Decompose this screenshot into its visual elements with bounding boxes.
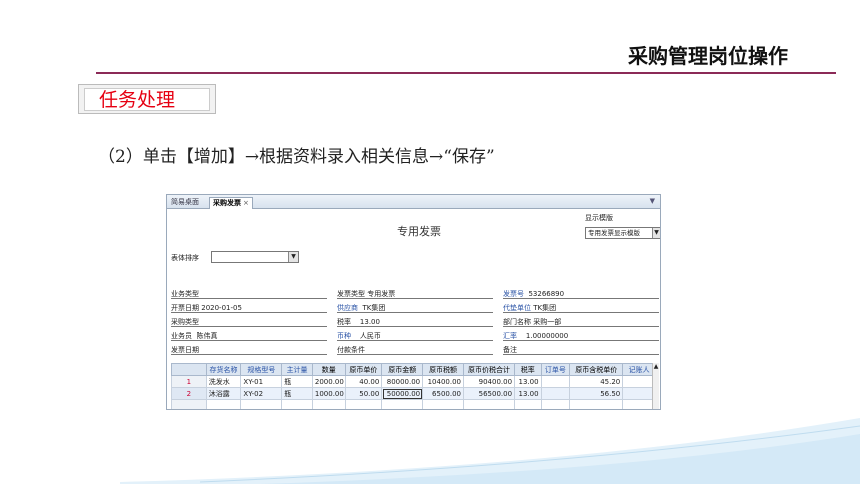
field-tax-rate[interactable]: 税率 13.00 bbox=[337, 317, 493, 327]
grid-header-cell bbox=[171, 363, 207, 376]
task-box: 任务处理 bbox=[78, 84, 216, 114]
row-number: 2 bbox=[171, 387, 207, 400]
cell-tax-rate[interactable]: 13.00 bbox=[514, 375, 542, 388]
cell-total[interactable]: 56500.00 bbox=[462, 387, 516, 400]
cell-total[interactable]: 90400.00 bbox=[462, 375, 516, 388]
task-label: 任务处理 bbox=[84, 88, 210, 111]
field-invoice-no[interactable]: 发票号 53266890 bbox=[503, 289, 659, 299]
grid-header-cell[interactable]: 主计量 bbox=[281, 363, 313, 376]
grid-header-row: 存货名称 规格型号 主计量 数量 原币单价 原币金额 原币税额 原币价税合计 税… bbox=[171, 363, 656, 376]
field-arrival-date[interactable]: 发票日期 bbox=[171, 345, 327, 355]
cell-item-name[interactable]: 沐浴露 bbox=[205, 387, 242, 400]
grid-header-cell[interactable]: 记账人 bbox=[622, 363, 656, 376]
tab-bar: 简易桌面 采购发票 × ▼ bbox=[167, 195, 660, 209]
row-number: 1 bbox=[171, 375, 207, 388]
instruction-text: （2）单击【增加】→根据资料录入相关信息→“保存” bbox=[98, 147, 495, 167]
field-purchase-type[interactable]: 采购类型 bbox=[171, 317, 327, 327]
field-payment-terms[interactable]: 付款条件 bbox=[337, 345, 493, 355]
grid-header-cell[interactable]: 原币价税合计 bbox=[462, 363, 516, 376]
cell-qty[interactable]: 2000.00 bbox=[311, 375, 346, 388]
field-supplier[interactable]: 供应商 TK集团 bbox=[337, 303, 493, 313]
grid-header-cell[interactable]: 原币金额 bbox=[381, 363, 424, 376]
tab-menu-icon[interactable]: ▼ bbox=[650, 197, 655, 205]
field-salesman[interactable]: 业务员 陈伟真 bbox=[171, 331, 327, 341]
decorative-wave bbox=[120, 418, 860, 484]
cell-unit[interactable]: 瓶 bbox=[281, 375, 313, 388]
close-icon[interactable]: × bbox=[243, 199, 249, 207]
title-divider bbox=[96, 72, 836, 74]
cell-qty[interactable]: 1000.00 bbox=[311, 387, 346, 400]
app-window: 简易桌面 采购发票 × ▼ 专用发票 显示模版 专用发票显示模版 ▼ 表体排序 ▼ … bbox=[166, 194, 661, 410]
tab-desktop[interactable]: 简易桌面 bbox=[168, 197, 202, 209]
cell-tax[interactable]: 10400.00 bbox=[422, 375, 464, 388]
template-label: 显示模版 bbox=[585, 214, 613, 222]
cell-unit[interactable]: 瓶 bbox=[281, 387, 313, 400]
grid-header-cell[interactable]: 原币单价 bbox=[344, 363, 383, 376]
grid-header-cell[interactable]: 订单号 bbox=[540, 363, 571, 376]
grid-header-cell[interactable]: 原币含税单价 bbox=[569, 363, 624, 376]
slide-title: 采购管理岗位操作 bbox=[628, 44, 788, 68]
chevron-down-icon[interactable]: ▼ bbox=[288, 252, 298, 262]
cell-order-no[interactable] bbox=[540, 387, 571, 400]
tab-purchase-invoice-label: 采购发票 bbox=[213, 199, 241, 207]
cell-spec[interactable]: XY-02 bbox=[240, 387, 283, 400]
template-select[interactable]: 专用发票显示模版 ▼ bbox=[585, 227, 660, 239]
template-select-value: 专用发票显示模版 bbox=[588, 229, 640, 237]
grid-header-cell[interactable]: 原币税额 bbox=[422, 363, 464, 376]
grid-scrollbar[interactable]: ▲ bbox=[652, 363, 659, 409]
field-remark[interactable]: 备注 bbox=[503, 345, 659, 355]
field-agent[interactable]: 代垫单位 TK集团 bbox=[503, 303, 659, 313]
grid-header-cell[interactable]: 规格型号 bbox=[240, 363, 283, 376]
grid-header-cell[interactable]: 数量 bbox=[311, 363, 346, 376]
cell-tax[interactable]: 6500.00 bbox=[422, 387, 464, 400]
cell-item-name[interactable]: 洗发水 bbox=[205, 375, 242, 388]
table-row[interactable]: 2 沐浴露 XY-02 瓶 1000.00 50.00 50000.00 650… bbox=[171, 387, 656, 400]
field-invoice-type[interactable]: 发票类型 专用发票 bbox=[337, 289, 493, 299]
sort-select[interactable]: ▼ bbox=[211, 251, 299, 263]
grid-header-cell[interactable]: 存货名称 bbox=[205, 363, 242, 376]
field-exchange-rate[interactable]: 汇率 1.00000000 bbox=[503, 331, 659, 341]
form-title: 专用发票 bbox=[397, 225, 441, 238]
cell-bookkeeper[interactable] bbox=[622, 387, 656, 400]
table-row[interactable]: 1 洗发水 XY-01 瓶 2000.00 40.00 80000.00 104… bbox=[171, 375, 656, 388]
cell-amount[interactable]: 50000.00 bbox=[381, 387, 424, 400]
field-currency[interactable]: 币种 人民币 bbox=[337, 331, 493, 341]
cell-tax-rate[interactable]: 13.00 bbox=[514, 387, 542, 400]
field-department[interactable]: 部门名称 采购一部 bbox=[503, 317, 659, 327]
cell-price-incl-tax[interactable]: 45.20 bbox=[569, 375, 624, 388]
field-biz-type[interactable]: 业务类型 bbox=[171, 289, 327, 299]
sort-label: 表体排序 bbox=[171, 254, 199, 262]
tab-desktop-label: 简易桌面 bbox=[171, 198, 199, 206]
cell-price-incl-tax[interactable]: 56.50 bbox=[569, 387, 624, 400]
scroll-up-icon[interactable]: ▲ bbox=[653, 363, 659, 371]
field-invoice-date[interactable]: 开票日期 2020-01-05 bbox=[171, 303, 327, 313]
chevron-down-icon[interactable]: ▼ bbox=[652, 228, 660, 238]
cell-unit-price[interactable]: 40.00 bbox=[344, 375, 383, 388]
cell-spec[interactable]: XY-01 bbox=[240, 375, 283, 388]
cell-order-no[interactable] bbox=[540, 375, 571, 388]
cell-bookkeeper[interactable] bbox=[622, 375, 656, 388]
invoice-lines-grid: 存货名称 规格型号 主计量 数量 原币单价 原币金额 原币税额 原币价税合计 税… bbox=[171, 363, 656, 409]
tab-purchase-invoice[interactable]: 采购发票 × bbox=[209, 197, 253, 209]
cell-unit-price[interactable]: 50.00 bbox=[344, 387, 383, 400]
cell-amount[interactable]: 80000.00 bbox=[381, 375, 424, 388]
grid-header-cell[interactable]: 税率 bbox=[514, 363, 542, 376]
